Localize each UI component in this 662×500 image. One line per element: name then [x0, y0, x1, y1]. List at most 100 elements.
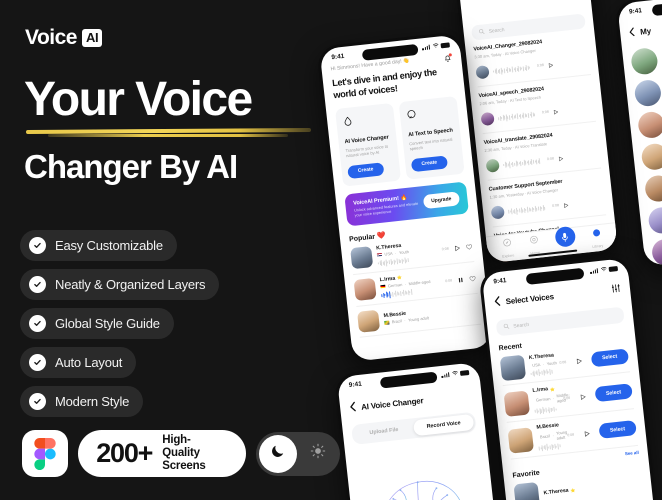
voice-meta: USA · Youth: [529, 359, 557, 368]
voice-country: German: [387, 281, 403, 289]
avatar[interactable]: [647, 206, 662, 235]
theme-toggle[interactable]: [256, 431, 340, 476]
service-card-text-to-speech[interactable]: AI Text to Speech Convert text into natu…: [398, 95, 465, 180]
create-button[interactable]: Create: [347, 161, 385, 179]
duration: 0:08: [559, 360, 567, 365]
tab-upload-file[interactable]: Upload File: [353, 420, 414, 442]
duration: 0:08: [562, 395, 571, 401]
voice-age: Young adult: [407, 315, 430, 323]
poster-canvas: Voice AI Your Voice Changer By AI Easy C…: [0, 0, 662, 500]
premium-banner[interactable]: VoiceAI Premium! 🔥 Unlock advanced featu…: [344, 180, 469, 226]
waveform[interactable]: [492, 64, 531, 75]
duration: 0:08: [541, 109, 550, 115]
play-icon[interactable]: [557, 149, 565, 168]
chevron-left-icon[interactable]: [493, 293, 502, 312]
favorite-icon[interactable]: [465, 237, 474, 256]
phone-mockup-my-voices: 9:41 My: [613, 0, 662, 270]
avatar[interactable]: [643, 174, 662, 203]
feature-label: Neatly & Organized Layers: [55, 277, 206, 292]
avatar[interactable]: [633, 78, 662, 108]
play-icon[interactable]: [547, 55, 555, 74]
duration: 0:08: [551, 203, 560, 208]
waveform[interactable]: [538, 442, 561, 451]
mic-icon[interactable]: [553, 225, 576, 248]
brand-word: Voice: [25, 26, 77, 49]
check-icon: [29, 237, 46, 254]
page-title: My: [639, 25, 652, 37]
play-icon[interactable]: [552, 102, 560, 121]
avatar[interactable]: [637, 110, 662, 140]
check-icon: [29, 393, 46, 410]
duration: 0:08: [546, 156, 555, 162]
mode-segmented-control[interactable]: Upload File Record Voice: [351, 411, 477, 445]
avatar[interactable]: [630, 46, 659, 76]
chevron-left-icon[interactable]: [348, 398, 357, 417]
feature-pill: Auto Layout: [20, 347, 137, 378]
play-icon[interactable]: [574, 351, 583, 370]
upgrade-button[interactable]: Upgrade: [422, 190, 461, 209]
voice-name: K.Theresa ⭐: [543, 487, 576, 497]
tab-home[interactable]: Home: [528, 231, 540, 255]
phone-mockup-voice-changer: 9:41 AI Voice Changer Upload File Record…: [333, 358, 505, 500]
headline-line-1: Your Voice: [24, 73, 253, 126]
screens-caption-line2: Screens: [162, 460, 206, 472]
avatar: [503, 389, 530, 417]
pause-icon[interactable]: [456, 270, 465, 289]
avatar: [499, 354, 527, 382]
bell-icon[interactable]: [443, 53, 453, 63]
select-button[interactable]: Select: [594, 383, 633, 403]
play-icon[interactable]: [453, 238, 462, 257]
theme-dark-option[interactable]: [259, 434, 297, 473]
waveform[interactable]: [503, 158, 541, 169]
page-title: Your Voice Changer By AI: [24, 74, 324, 186]
my-avatar-list: [630, 39, 662, 267]
feature-label: Auto Layout: [55, 355, 123, 370]
signal-icon: [441, 372, 450, 378]
favorite-icon[interactable]: [468, 268, 477, 287]
tab-explore[interactable]: Explore: [500, 234, 515, 259]
avatar[interactable]: [640, 142, 662, 172]
tab-record-voice[interactable]: Record Voice: [412, 413, 475, 437]
brand-badge: AI: [81, 29, 103, 47]
search-input[interactable]: Search: [495, 306, 625, 337]
tab-label: Explore: [501, 253, 515, 259]
play-icon[interactable]: [578, 387, 587, 406]
page-title: Select Voices: [505, 291, 555, 306]
chevron-left-icon[interactable]: [627, 23, 636, 42]
feature-pill: Neatly & Organized Layers: [20, 269, 220, 300]
play-icon[interactable]: [582, 424, 591, 443]
duration: 0:08: [441, 246, 449, 251]
create-button[interactable]: Create: [410, 154, 448, 172]
waveform[interactable]: [508, 205, 546, 216]
sliders-icon[interactable]: [610, 280, 622, 299]
check-icon: [29, 315, 46, 332]
tab-record[interactable]: [553, 225, 576, 248]
avatar: [480, 111, 495, 126]
search-placeholder: Search: [488, 26, 505, 35]
select-button[interactable]: Select: [590, 347, 630, 367]
search-icon: [478, 28, 485, 37]
theme-light-option[interactable]: [299, 435, 337, 473]
play-icon[interactable]: [562, 195, 570, 214]
avatar[interactable]: [650, 237, 662, 267]
tab-library[interactable]: Library: [590, 224, 604, 249]
voice-country: German: [535, 396, 551, 403]
service-card-voice-changer[interactable]: AI Voice Changer Transform your voice to…: [334, 102, 402, 187]
sun-icon: [310, 443, 326, 464]
chat-bubble-icon: [405, 106, 418, 124]
wifi-icon: [451, 370, 458, 378]
figma-icon: [22, 430, 69, 477]
service-cards: AI Voice Changer Transform your voice to…: [334, 95, 465, 187]
screens-caption: High-Quality Screens: [162, 434, 226, 473]
waveform[interactable]: [534, 405, 557, 414]
waveform[interactable]: [497, 111, 536, 122]
flag-icon: [376, 252, 383, 257]
duration: 0:08: [566, 432, 575, 437]
signal-icon: [590, 268, 599, 274]
voice-badge: ⭐: [549, 386, 556, 392]
service-desc: Transform your voice to natural voice by…: [345, 143, 389, 159]
library-icon: [591, 224, 602, 243]
select-button[interactable]: Select: [598, 420, 637, 439]
search-icon: [503, 323, 510, 332]
waveform[interactable]: [530, 368, 553, 377]
